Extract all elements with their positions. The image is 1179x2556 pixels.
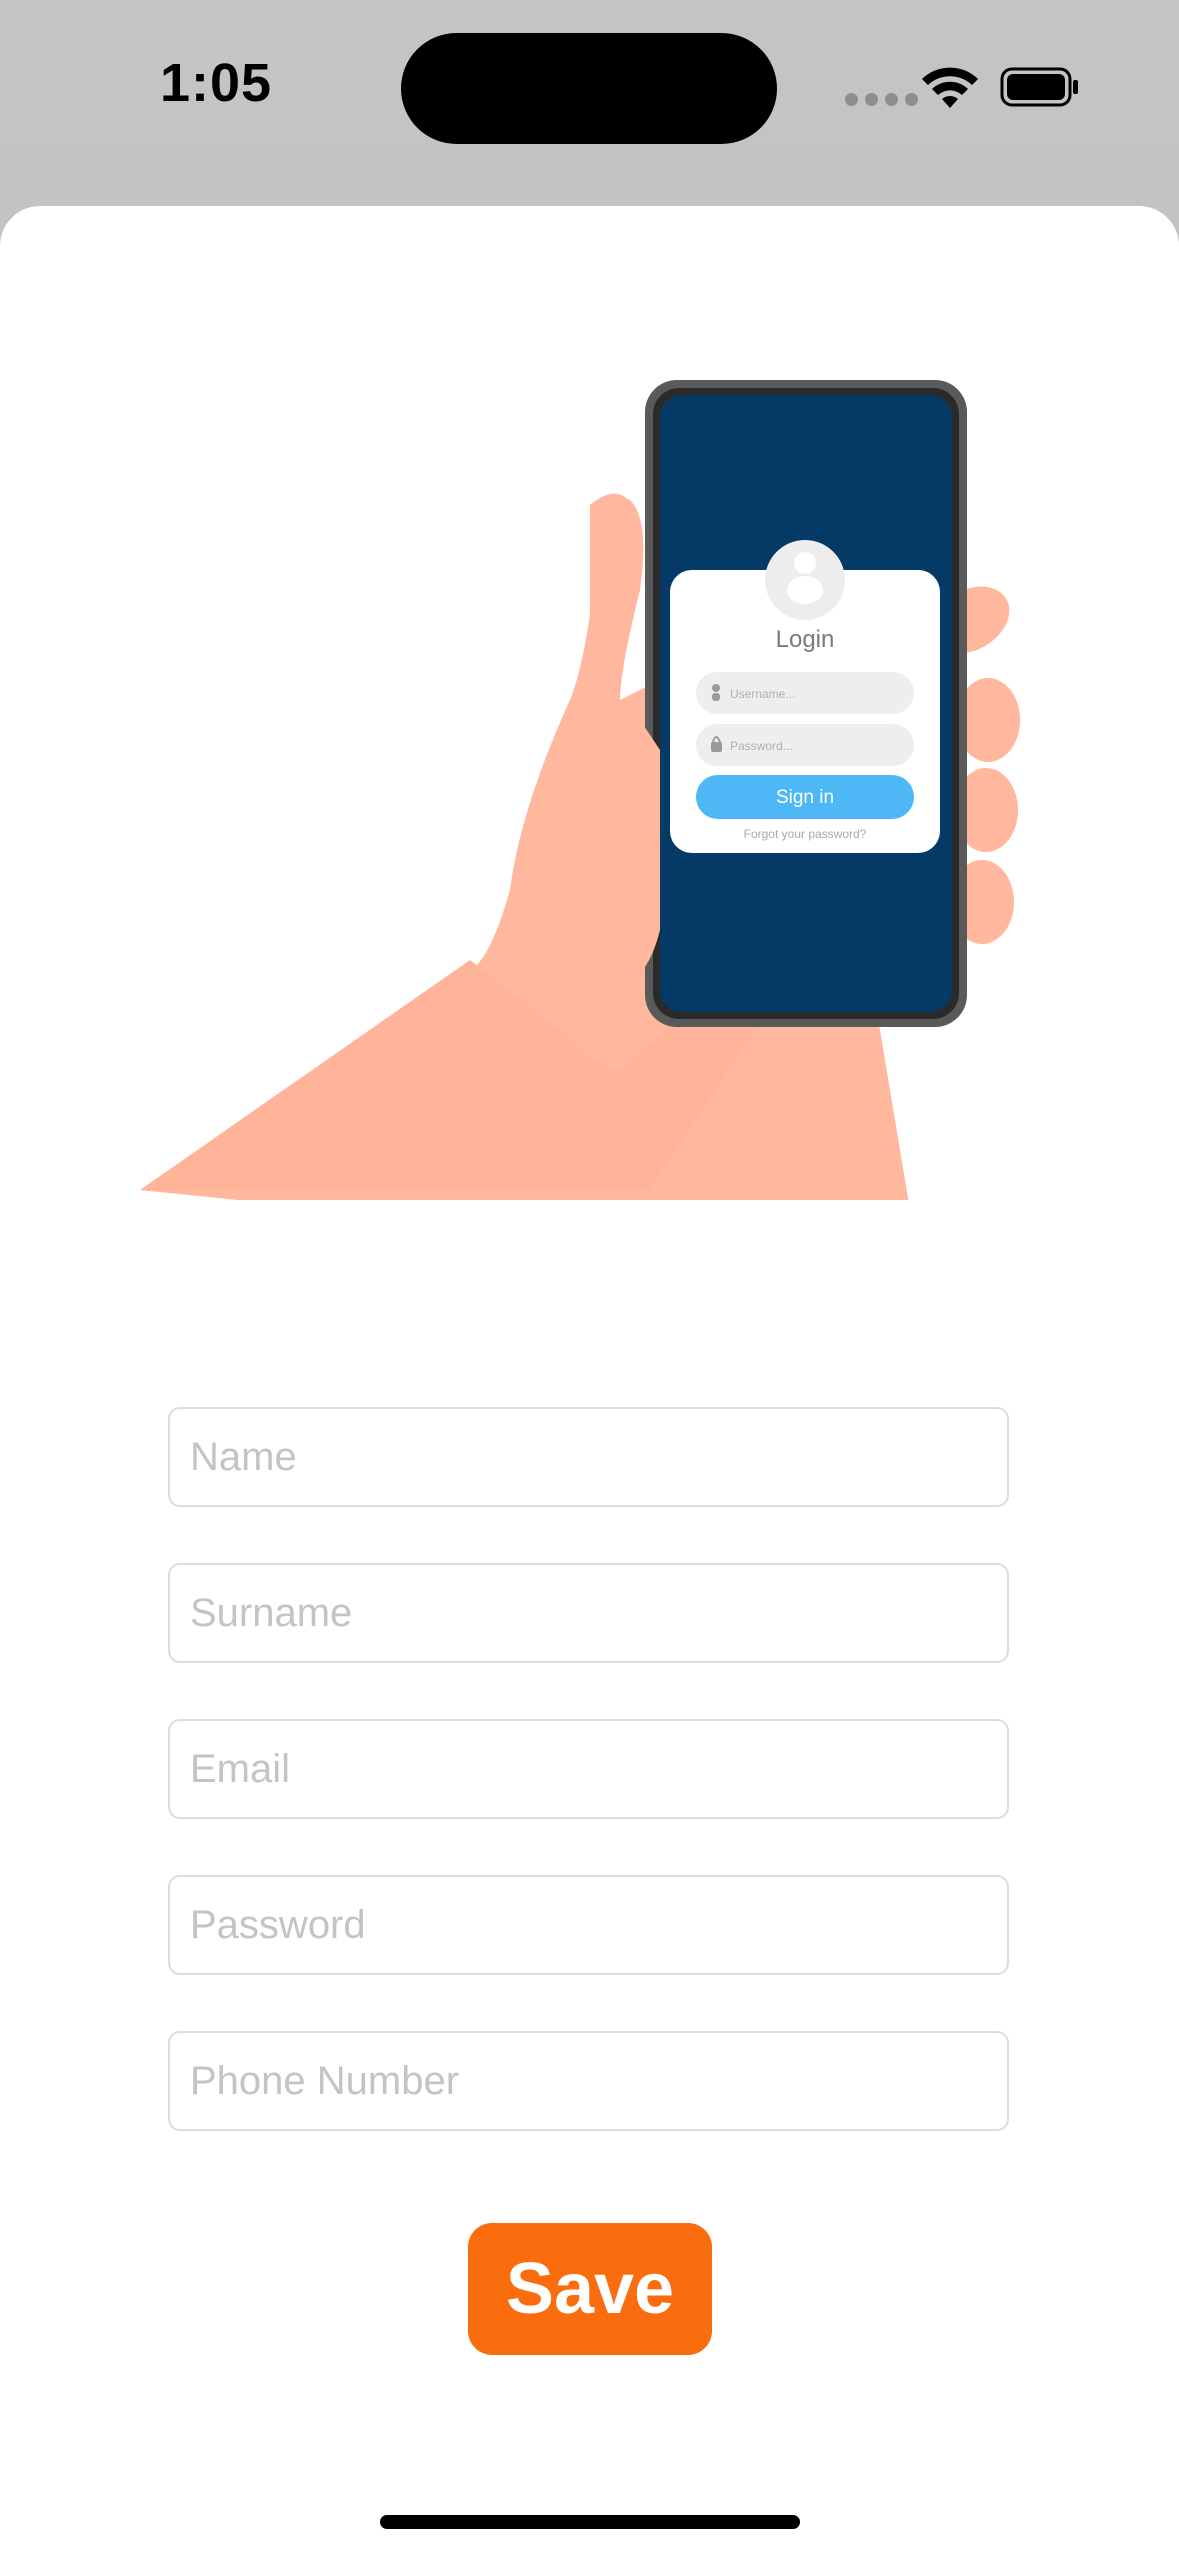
phone-number-field[interactable] — [168, 2031, 1009, 2131]
illustration-login-title: Login — [776, 626, 835, 653]
app-screen: 1:05 Login Username... Password... Sign … — [0, 0, 1179, 2556]
email-input[interactable] — [170, 1721, 1007, 1817]
wifi-icon — [922, 67, 978, 108]
illustration-password-placeholder: Password... — [730, 739, 793, 753]
name-field[interactable] — [168, 1407, 1009, 1507]
illustration-forgot-label: Forgot your password? — [744, 827, 867, 841]
status-time: 1:05 — [160, 53, 273, 113]
hand-holding-phone-illustration: Login Username... Password... Sign in Fo… — [140, 380, 1020, 1200]
phone-number-input[interactable] — [170, 2033, 1007, 2129]
password-field[interactable] — [168, 1875, 1009, 1975]
cellular-signal-icon — [845, 93, 918, 106]
battery-icon — [1000, 67, 1078, 107]
email-field[interactable] — [168, 1719, 1009, 1819]
surname-field[interactable] — [168, 1563, 1009, 1663]
save-button[interactable]: Save — [468, 2223, 712, 2355]
name-input[interactable] — [170, 1409, 1007, 1505]
illustration-sign-in-label: Sign in — [776, 787, 834, 808]
dynamic-island — [401, 33, 777, 144]
illustration-username-placeholder: Username... — [730, 687, 795, 701]
home-indicator[interactable] — [380, 2515, 800, 2529]
surname-input[interactable] — [170, 1565, 1007, 1661]
password-input[interactable] — [170, 1877, 1007, 1973]
